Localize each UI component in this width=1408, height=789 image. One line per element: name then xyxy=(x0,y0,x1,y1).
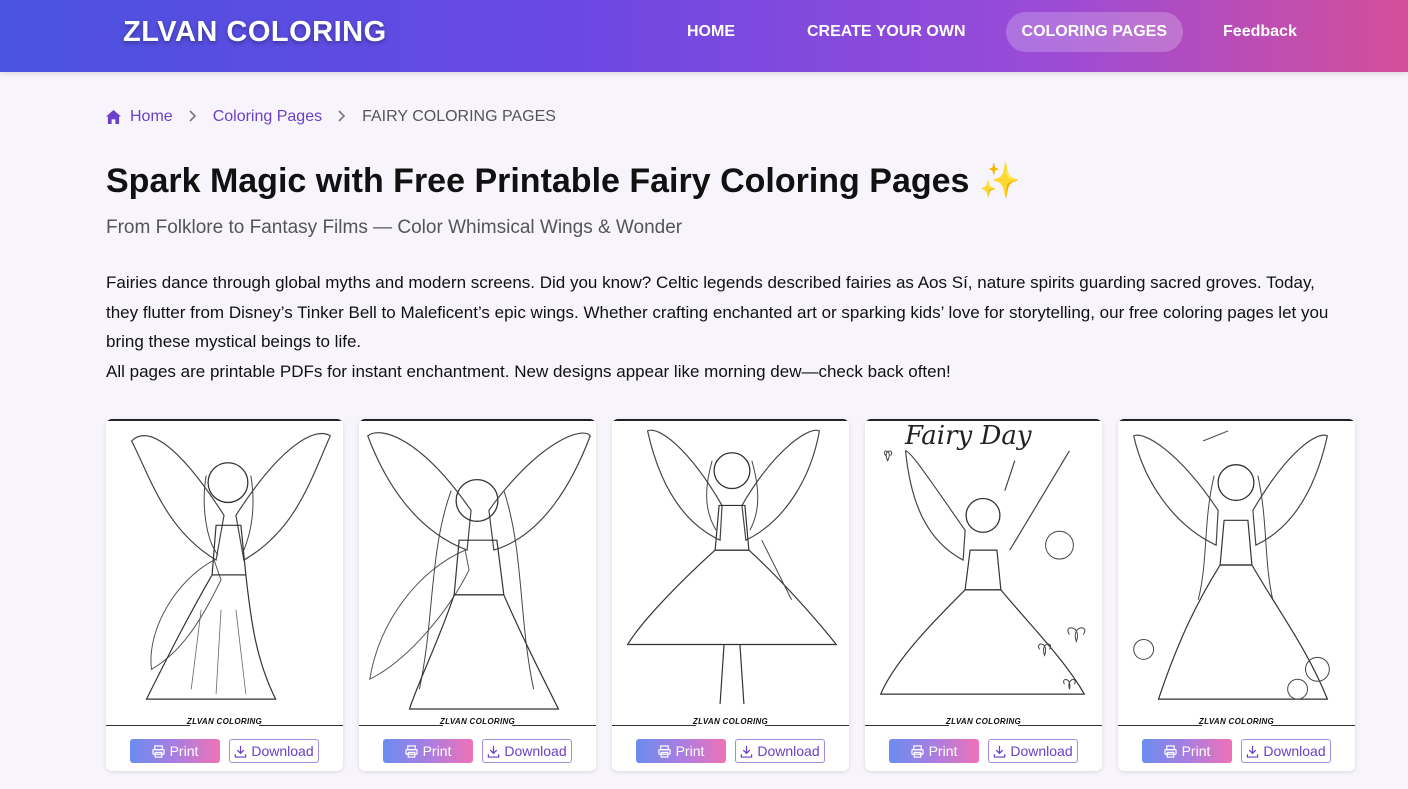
fairy-coloring-image[interactable] xyxy=(359,419,596,713)
nav-feedback[interactable]: Feedback xyxy=(1207,12,1313,52)
download-icon xyxy=(741,745,753,758)
nav-home[interactable]: HOME xyxy=(671,12,751,52)
fairy-coloring-image[interactable] xyxy=(1118,419,1355,713)
card-actions: Print Download xyxy=(359,739,596,763)
page-title: Spark Magic with Free Printable Fairy Co… xyxy=(106,162,1022,200)
printer-icon xyxy=(910,744,924,758)
card-brand-label: ZLVAN COLORING xyxy=(359,717,596,727)
print-button-label: Print xyxy=(422,743,452,759)
print-button-label: Print xyxy=(169,743,199,759)
card-brand-label: ZLVAN COLORING xyxy=(1118,717,1355,727)
download-button-label: Download xyxy=(504,743,567,759)
breadcrumb-current: FAIRY COLORING PAGES xyxy=(362,108,556,125)
top-navigation-bar: ZLVAN COLORING HOME CREATE YOUR OWN COLO… xyxy=(0,0,1408,72)
coloring-pages-grid: ZLVAN COLORING Print Download ZLVAN COLO… xyxy=(106,419,1355,771)
download-icon xyxy=(1247,745,1259,758)
coloring-card: ZLVAN COLORING Print Download xyxy=(359,419,596,771)
breadcrumb-coloring-pages[interactable]: Coloring Pages xyxy=(213,108,322,126)
card-brand-label: ZLVAN COLORING xyxy=(612,717,849,727)
fairy-coloring-image[interactable] xyxy=(612,419,849,713)
chevron-right-icon xyxy=(338,109,346,125)
site-logo[interactable]: ZLVAN COLORING xyxy=(123,16,387,49)
coloring-card: ZLVAN COLORING Print Download xyxy=(1118,419,1355,771)
card-actions: Print Download xyxy=(106,739,343,763)
coloring-card: ZLVAN COLORING Print Download xyxy=(612,419,849,771)
page-subtitle: From Folklore to Fantasy Films — Color W… xyxy=(106,217,683,238)
download-button[interactable]: Download xyxy=(482,739,572,763)
download-button[interactable]: Download xyxy=(1241,739,1331,763)
card-actions: Print Download xyxy=(612,739,849,763)
download-icon xyxy=(235,745,247,758)
main-nav: HOME CREATE YOUR OWN COLORING PAGES Feed… xyxy=(671,12,1313,52)
card-actions: Print Download xyxy=(865,739,1102,763)
download-button-label: Download xyxy=(1010,743,1073,759)
card-actions: Print Download xyxy=(1118,739,1355,763)
print-button[interactable]: Print xyxy=(1142,739,1232,763)
download-icon xyxy=(994,745,1006,758)
image-caption: Fairy Day xyxy=(905,421,1032,451)
download-button-label: Download xyxy=(251,743,314,759)
fairy-coloring-image[interactable] xyxy=(106,419,343,713)
intro-paragraph: Fairies dance through global myths and m… xyxy=(106,273,1329,351)
print-button-label: Print xyxy=(928,743,958,759)
print-button[interactable]: Print xyxy=(889,739,979,763)
nav-coloring-pages[interactable]: COLORING PAGES xyxy=(1005,12,1184,52)
nav-create-your-own[interactable]: CREATE YOUR OWN xyxy=(791,12,982,52)
download-icon xyxy=(488,745,500,758)
print-button[interactable]: Print xyxy=(636,739,726,763)
home-icon xyxy=(106,110,121,124)
coloring-card: Fairy Day ZLVAN COLORING Print Download xyxy=(865,419,1102,771)
download-button-label: Download xyxy=(1263,743,1326,759)
download-button[interactable]: Download xyxy=(735,739,825,763)
print-button[interactable]: Print xyxy=(130,739,220,763)
print-button-label: Print xyxy=(1181,743,1211,759)
chevron-right-icon xyxy=(189,109,197,125)
intro-paragraph: All pages are printable PDFs for instant… xyxy=(106,361,951,381)
breadcrumb: Home Coloring Pages FAIRY COLORING PAGES xyxy=(106,106,556,128)
card-brand-label: ZLVAN COLORING xyxy=(865,717,1102,727)
print-button-label: Print xyxy=(675,743,705,759)
download-button[interactable]: Download xyxy=(229,739,319,763)
printer-icon xyxy=(151,744,165,758)
print-button[interactable]: Print xyxy=(383,739,473,763)
intro-text: Fairies dance through global myths and m… xyxy=(106,268,1346,386)
fairy-coloring-image[interactable]: Fairy Day xyxy=(865,419,1102,713)
printer-icon xyxy=(404,744,418,758)
printer-icon xyxy=(657,744,671,758)
breadcrumb-home[interactable]: Home xyxy=(130,108,173,126)
download-button-label: Download xyxy=(757,743,820,759)
card-brand-label: ZLVAN COLORING xyxy=(106,717,343,727)
printer-icon xyxy=(1163,744,1177,758)
download-button[interactable]: Download xyxy=(988,739,1078,763)
coloring-card: ZLVAN COLORING Print Download xyxy=(106,419,343,771)
